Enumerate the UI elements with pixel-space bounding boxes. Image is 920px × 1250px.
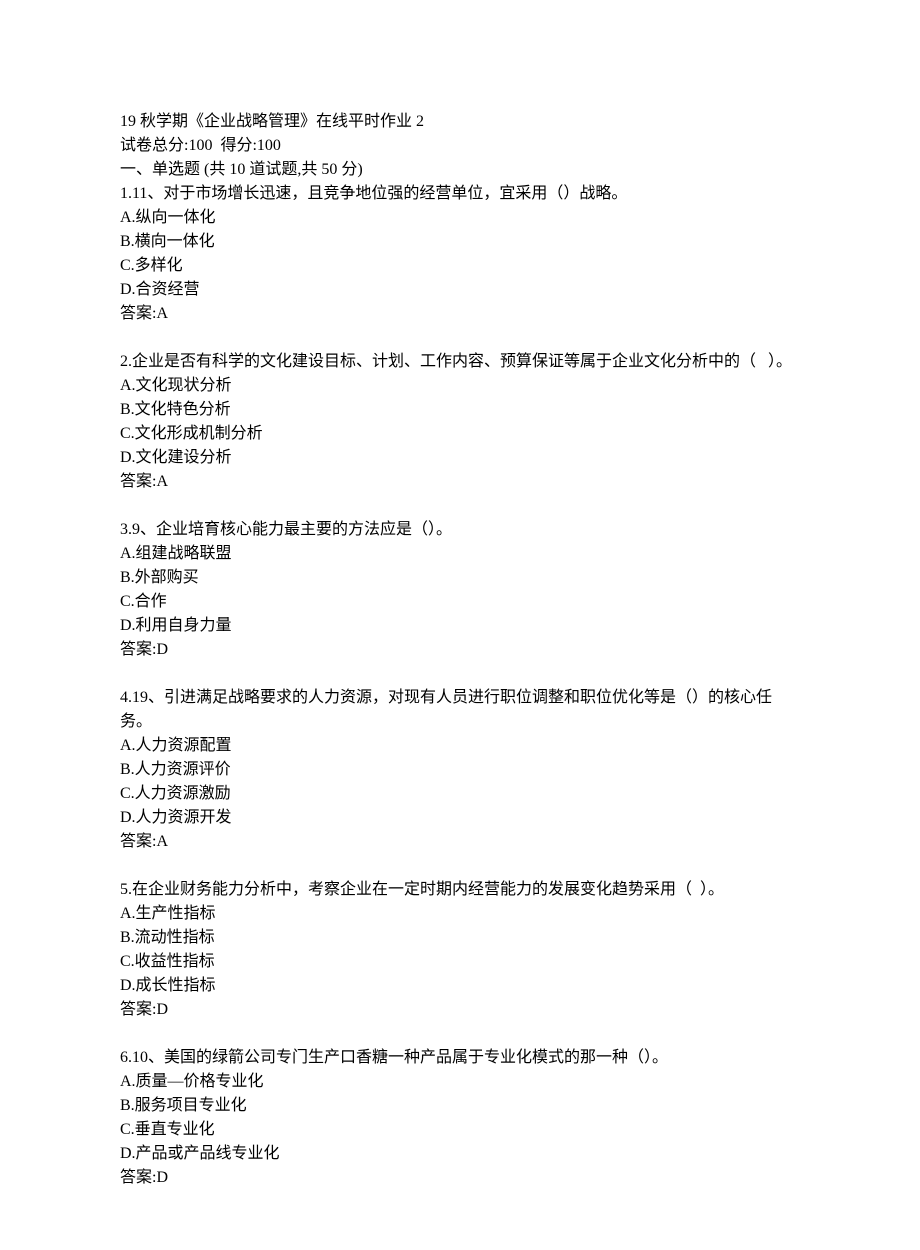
- question-block: 5.在企业财务能力分析中，考察企业在一定时期内经营能力的发展变化趋势采用（ ）。…: [120, 878, 800, 1022]
- question-option: A.纵向一体化: [120, 206, 800, 230]
- question-option: D.产品或产品线专业化: [120, 1142, 800, 1166]
- question-option: D.利用自身力量: [120, 614, 800, 638]
- question-option: B.外部购买: [120, 566, 800, 590]
- question-answer: 答案:D: [120, 638, 800, 662]
- question-block: 3.9、企业培育核心能力最主要的方法应是（）。A.组建战略联盟B.外部购买C.合…: [120, 518, 800, 662]
- question-stem: 3.9、企业培育核心能力最主要的方法应是（）。: [120, 518, 800, 542]
- question-answer: 答案:A: [120, 830, 800, 854]
- question-stem: 2.企业是否有科学的文化建设目标、计划、工作内容、预算保证等属于企业文化分析中的…: [120, 350, 800, 374]
- question-option: B.文化特色分析: [120, 398, 800, 422]
- question-option: C.人力资源激励: [120, 782, 800, 806]
- question-option: B.服务项目专业化: [120, 1094, 800, 1118]
- question-option: A.质量—价格专业化: [120, 1070, 800, 1094]
- exam-title: 19 秋学期《企业战略管理》在线平时作业 2: [120, 110, 800, 134]
- question-stem: 1.11、对于市场增长迅速，且竞争地位强的经营单位，宜采用（）战略。: [120, 182, 800, 206]
- score-line: 试卷总分:100 得分:100: [120, 134, 800, 158]
- question-block: 1.11、对于市场增长迅速，且竞争地位强的经营单位，宜采用（）战略。A.纵向一体…: [120, 182, 800, 326]
- questions-container: 1.11、对于市场增长迅速，且竞争地位强的经营单位，宜采用（）战略。A.纵向一体…: [120, 182, 800, 1190]
- question-block: 4.19、引进满足战略要求的人力资源，对现有人员进行职位调整和职位优化等是（）的…: [120, 686, 800, 854]
- question-option: C.文化形成机制分析: [120, 422, 800, 446]
- question-option: B.人力资源评价: [120, 758, 800, 782]
- question-answer: 答案:D: [120, 1166, 800, 1190]
- question-block: 6.10、美国的绿箭公司专门生产口香糖一种产品属于专业化模式的那一种（）。A.质…: [120, 1046, 800, 1190]
- question-option: A.组建战略联盟: [120, 542, 800, 566]
- question-stem: 6.10、美国的绿箭公司专门生产口香糖一种产品属于专业化模式的那一种（）。: [120, 1046, 800, 1070]
- question-block: 2.企业是否有科学的文化建设目标、计划、工作内容、预算保证等属于企业文化分析中的…: [120, 350, 800, 494]
- question-answer: 答案:A: [120, 470, 800, 494]
- question-option: C.垂直专业化: [120, 1118, 800, 1142]
- question-option: D.成长性指标: [120, 974, 800, 998]
- question-option: A.人力资源配置: [120, 734, 800, 758]
- question-answer: 答案:D: [120, 998, 800, 1022]
- question-option: D.人力资源开发: [120, 806, 800, 830]
- question-option: C.收益性指标: [120, 950, 800, 974]
- question-option: C.合作: [120, 590, 800, 614]
- question-stem: 4.19、引进满足战略要求的人力资源，对现有人员进行职位调整和职位优化等是（）的…: [120, 686, 800, 734]
- question-option: D.合资经营: [120, 278, 800, 302]
- question-option: D.文化建设分析: [120, 446, 800, 470]
- question-option: B.流动性指标: [120, 926, 800, 950]
- question-option: A.文化现状分析: [120, 374, 800, 398]
- section-header: 一、单选题 (共 10 道试题,共 50 分): [120, 158, 800, 182]
- question-stem: 5.在企业财务能力分析中，考察企业在一定时期内经营能力的发展变化趋势采用（ ）。: [120, 878, 800, 902]
- question-option: B.横向一体化: [120, 230, 800, 254]
- question-answer: 答案:A: [120, 302, 800, 326]
- question-option: A.生产性指标: [120, 902, 800, 926]
- question-option: C.多样化: [120, 254, 800, 278]
